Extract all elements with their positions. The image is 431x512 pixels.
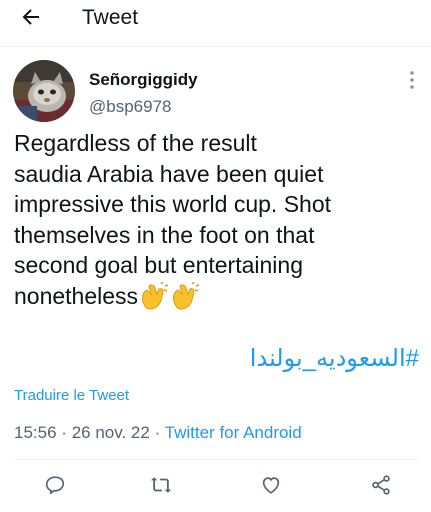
author-display-name[interactable]: Señorgiggidy	[89, 69, 198, 91]
tweet-last-line: nonetheless	[14, 281, 424, 312]
tweet-time[interactable]: 15:56	[14, 423, 57, 442]
more-vertical-icon	[409, 70, 415, 95]
reply-button[interactable]	[40, 472, 70, 502]
header-divider	[0, 46, 431, 47]
tweet-metadata: 15:56 · 26 nov. 22 · Twitter for Android	[14, 422, 302, 444]
meta-separator: ·	[61, 423, 67, 442]
translate-tweet-link[interactable]: Traduire le Tweet	[14, 386, 129, 406]
page-title: Tweet	[82, 6, 139, 29]
share-icon	[370, 474, 392, 501]
tweet-line: Regardless of the result	[14, 130, 257, 156]
avatar[interactable]	[13, 60, 75, 122]
author-handle[interactable]: @bsp6978	[89, 96, 172, 118]
tweet-line: nonetheless	[14, 282, 139, 309]
actions-divider	[14, 459, 419, 460]
back-button[interactable]	[14, 4, 48, 34]
hashtag-link[interactable]: #السعوديه_بولندا	[250, 344, 419, 374]
retweet-button[interactable]	[146, 472, 176, 502]
meta-separator: ·	[154, 423, 161, 442]
top-bar: Tweet	[0, 0, 431, 40]
reply-icon	[44, 474, 66, 501]
tweet-line: themselves in the foot on that	[14, 221, 315, 248]
arrow-left-icon	[19, 5, 43, 34]
tweet-line: impressive this world cup. Shot	[14, 191, 332, 217]
tweet-date[interactable]: 26 nov. 22	[72, 423, 150, 442]
retweet-icon	[150, 474, 172, 501]
clapping-hands-emoji	[138, 281, 200, 310]
tweet-text: Regardless of the result saudia Arabia h…	[14, 128, 424, 311]
like-icon	[260, 474, 282, 501]
like-button[interactable]	[256, 472, 286, 502]
tweet-line: saudia Arabia have been quiet	[14, 160, 324, 187]
share-button[interactable]	[366, 472, 396, 502]
tweet-line: second goal but entertaining	[14, 252, 303, 278]
more-options-button[interactable]	[402, 70, 422, 94]
tweet-source-link[interactable]: Twitter for Android	[165, 423, 302, 442]
